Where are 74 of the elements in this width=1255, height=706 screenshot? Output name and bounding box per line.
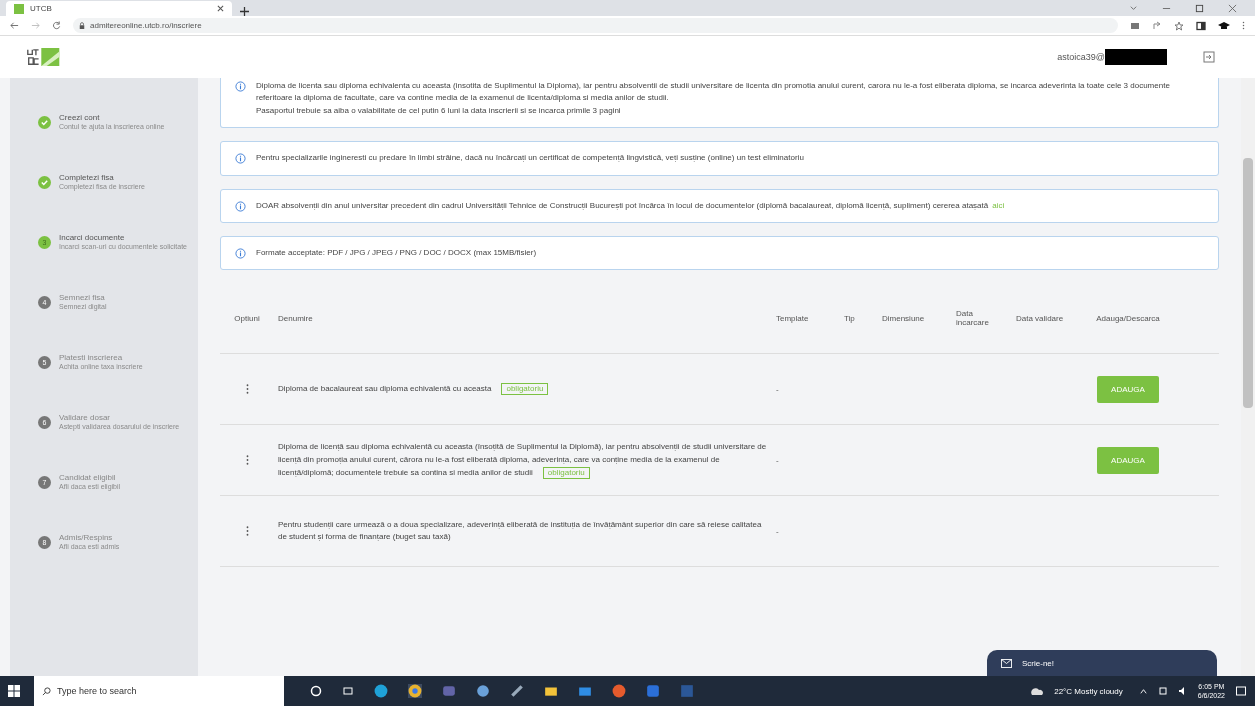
- side-panel-icon[interactable]: [1196, 20, 1206, 31]
- notice-text: Pasaportul trebuie sa aiba o valabilitate de cel putin 6 luni la data inscrierii si se incarca primile 3 pagini: [256, 104, 622, 117]
- app-icon[interactable]: [646, 684, 660, 698]
- logo-icon: [26, 46, 62, 68]
- windows-start-icon[interactable]: [8, 685, 20, 697]
- weather-icon: [1030, 686, 1045, 696]
- column-header: Adauga/Descarca: [1095, 313, 1161, 323]
- scrollbar-thumb[interactable]: [1243, 158, 1253, 408]
- extension-icon[interactable]: [1130, 20, 1140, 31]
- table-cell-text: -: [775, 384, 780, 394]
- notice-text: Pentru specializarile ingineresti cu predare în limbi străine, dacă nu încărcați un certificat de competență lingvistică, veți susține (online) un test eliminatoriu: [256, 152, 804, 165]
- column-header: Optiuni: [233, 313, 261, 323]
- mail-icon: [1001, 658, 1012, 668]
- info-icon: [235, 200, 246, 212]
- info-icon: [235, 247, 246, 259]
- notice-text: Formate acceptate: PDF / JPG / JPEG / PNG / DOC / DOCX (max 15MB/fisier): [256, 246, 537, 259]
- star-icon[interactable]: [1174, 20, 1184, 31]
- kebab-menu-icon[interactable]: [245, 525, 249, 538]
- step-title[interactable]: Creezi cont: [59, 112, 165, 122]
- notice-text: DOAR absolvenții din anul universitar precedent din cadrul Universității Tehnice de Construcții București pot încărca în locul de documentelor (diplomă bacalaureat, diplomă licență, supliment) cererea atașată aici: [256, 199, 1005, 212]
- info-icon: [235, 153, 246, 165]
- app-icon[interactable]: [476, 684, 490, 698]
- chrome-app-icon[interactable]: [408, 684, 422, 698]
- step-title[interactable]: Completezi fisa: [59, 172, 145, 182]
- search-icon: [42, 686, 51, 696]
- document-name: Diploma de licență sau diploma echivalentă cu aceasta (însoțită de Suplimentul la Diplomă), iar pentru absolvenții de studii universitare de licență din promoția anului curent, cărora nu le-a fost eliberată diploma, adeverința, care va conține media de la examenul de licență/diplomă; documentele trebuie sa contina si media anilor de studii obligatoriu: [274, 441, 772, 480]
- column-header: Data validare: [1015, 313, 1065, 323]
- column-header: Dimensiune: [881, 313, 926, 323]
- cortana-icon[interactable]: [310, 685, 322, 697]
- logout-icon[interactable]: [1203, 51, 1215, 63]
- new-tab-icon[interactable]: [240, 7, 249, 16]
- lock-icon: [79, 21, 85, 30]
- required-tag: obligatoriu: [542, 466, 590, 480]
- taskbar-search-field[interactable]: Type here to search: [34, 676, 284, 706]
- check-icon: [38, 175, 51, 189]
- network-icon[interactable]: [1157, 686, 1168, 696]
- reload-icon[interactable]: [52, 21, 61, 30]
- task-view-icon[interactable]: [342, 685, 354, 697]
- close-icon[interactable]: [1228, 4, 1237, 13]
- check-icon: [38, 115, 51, 129]
- kebab-menu-icon[interactable]: [245, 454, 249, 467]
- required-tag: obligatoriu: [501, 382, 549, 396]
- table-cell-text: -: [775, 526, 780, 536]
- back-icon[interactable]: [10, 21, 19, 30]
- column-header: Data incarcare: [955, 309, 990, 328]
- site-favicon-icon: [14, 3, 24, 14]
- column-header: Denumire: [277, 313, 314, 323]
- paint-app-icon[interactable]: [510, 684, 524, 698]
- chevron-down-icon[interactable]: [1129, 4, 1138, 13]
- kebab-menu-icon[interactable]: [245, 383, 249, 396]
- chevron-up-icon[interactable]: [1138, 686, 1148, 696]
- tab-title: UTCB: [30, 4, 52, 13]
- maximize-icon[interactable]: [1195, 4, 1204, 13]
- weather-text[interactable]: 22°C Mostly cloudy: [1054, 686, 1123, 696]
- close-icon[interactable]: [217, 5, 224, 12]
- share-icon[interactable]: [1152, 20, 1162, 31]
- table-cell-text: -: [775, 455, 780, 465]
- notice-text: Diploma de licenta sau diploma echivalenta cu aceasta (insotita de Suplimentul la Diploma), iar pentru absolventii de studii universitare de licenta din promotia anului curent, carora nu le-a fost eliberata diploma, se incarca adeverinta la toate cele 3 documente referitoare la diploma de facultate, care va contine media de la examenul de licenta/diploma si media anilor de studii.: [256, 80, 1171, 105]
- firefox-app-icon[interactable]: [612, 684, 626, 698]
- profile-icon[interactable]: [1218, 20, 1230, 31]
- column-header: Tip: [843, 313, 856, 323]
- document-name: Diploma de bacalaureat sau diploma echivalentă cu aceasta obligatoriu: [274, 382, 772, 396]
- edge-app-icon[interactable]: [374, 684, 388, 698]
- teams-app-icon[interactable]: [442, 684, 456, 698]
- browser-tab[interactable]: UTCB: [6, 1, 232, 16]
- step-title[interactable]: Incarci documente: [59, 232, 187, 242]
- info-icon: [235, 81, 246, 92]
- notification-icon[interactable]: [1235, 685, 1247, 697]
- redaction-block: [1105, 49, 1167, 65]
- user-email: astoica39@: [1057, 52, 1105, 62]
- chat-widget[interactable]: Scrie-ne!: [987, 650, 1217, 676]
- address-field[interactable]: admitereonline.utcb.ro/inscriere: [73, 18, 1118, 33]
- column-header: Template: [775, 313, 810, 323]
- document-name: Pentru studenții care urmează o a doua specializare, adeverință eliberată de instituția de învățământ superior din care să reiese calitatea de student și forma de finanțare (buget sau taxă): [277, 518, 763, 544]
